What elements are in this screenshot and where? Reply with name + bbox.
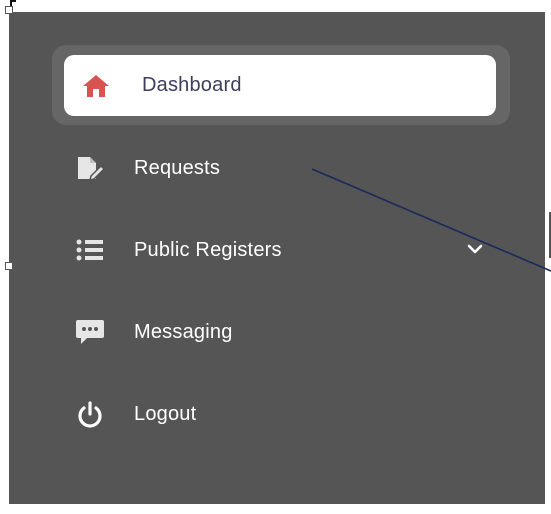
home-icon bbox=[80, 70, 112, 102]
sidebar-item-logout[interactable]: Logout bbox=[74, 389, 504, 439]
sidebar-item-label: Public Registers bbox=[134, 238, 282, 261]
list-icon bbox=[74, 234, 106, 266]
chat-bubble-icon bbox=[74, 316, 106, 348]
chevron-down-icon[interactable] bbox=[464, 238, 486, 260]
sidebar-item-label: Requests bbox=[134, 156, 221, 179]
resize-handle-top-left[interactable] bbox=[5, 6, 13, 14]
sidebar-item-messaging[interactable]: Messaging bbox=[74, 307, 504, 357]
sidebar-item-label: Logout bbox=[134, 402, 197, 425]
screenshot-frame: Dashboard Requests Public Registers Mess… bbox=[0, 0, 551, 514]
sidebar-item-dashboard[interactable]: Dashboard bbox=[64, 55, 496, 116]
sidebar-item-public-registers[interactable]: Public Registers bbox=[74, 225, 504, 275]
sidebar-item-requests[interactable]: Requests bbox=[74, 143, 504, 193]
resize-handle-middle-left[interactable] bbox=[5, 262, 13, 270]
sidebar-item-label: Dashboard bbox=[142, 74, 242, 96]
sidebar-item-label: Messaging bbox=[134, 320, 233, 343]
edit-document-icon bbox=[74, 152, 106, 184]
sidebar-right-edge bbox=[545, 12, 551, 504]
power-icon bbox=[74, 398, 106, 430]
